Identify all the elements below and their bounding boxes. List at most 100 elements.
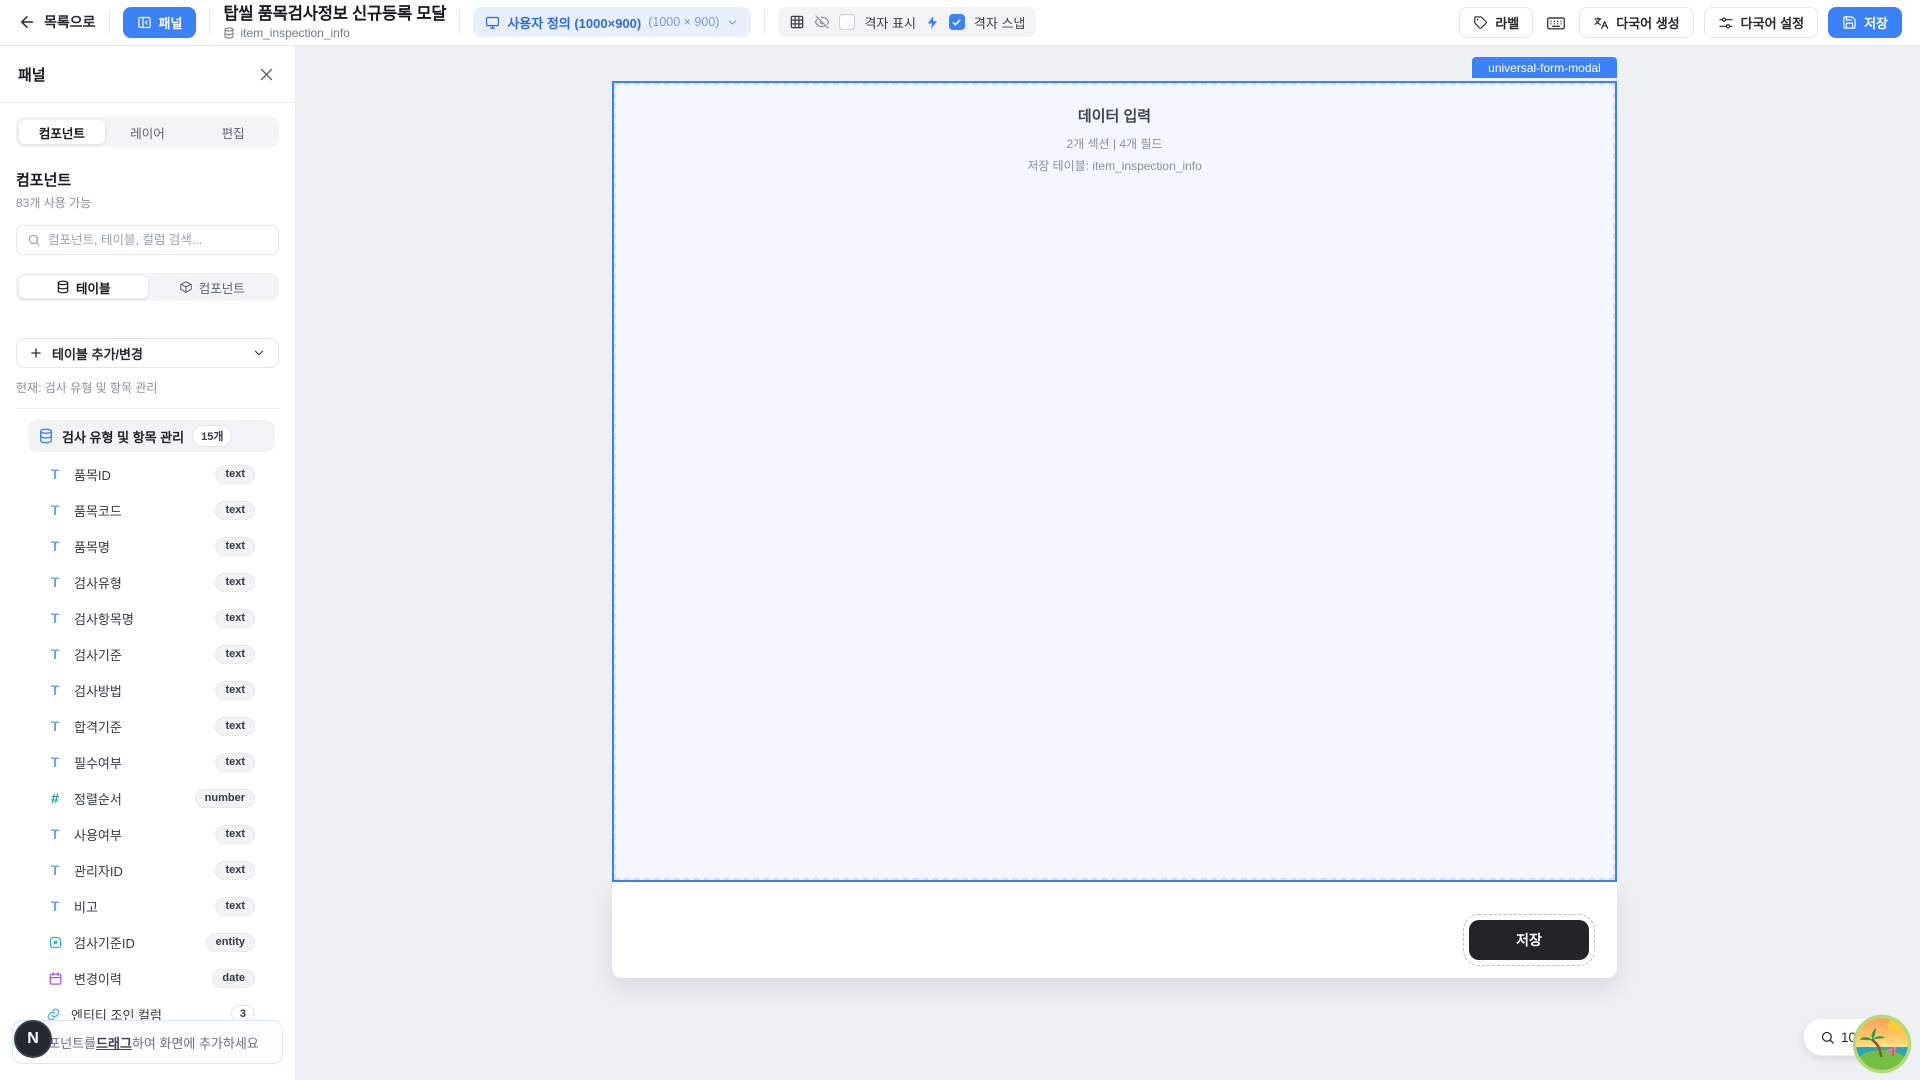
translate-icon bbox=[1593, 15, 1609, 31]
field-name: 정렬순서 bbox=[74, 789, 185, 808]
magnifier-icon bbox=[1820, 1030, 1835, 1045]
field-type-badge: date bbox=[212, 969, 255, 988]
divider bbox=[459, 10, 460, 34]
database-icon bbox=[56, 280, 70, 294]
source-tab-0[interactable]: 테이블 bbox=[19, 276, 148, 298]
field-row[interactable]: #정렬순서number bbox=[16, 780, 279, 816]
field-type-badge: text bbox=[215, 609, 255, 628]
add-table-button[interactable]: 테이블 추가/변경 bbox=[16, 338, 279, 368]
tag-icon bbox=[1473, 15, 1488, 30]
panel-tab-1[interactable]: 레이어 bbox=[105, 120, 191, 144]
label-button[interactable]: 라벨 bbox=[1459, 7, 1533, 38]
eye-off-icon[interactable] bbox=[814, 14, 830, 30]
component-search bbox=[16, 225, 279, 255]
text-type-icon: T bbox=[46, 718, 64, 734]
text-type-icon: T bbox=[46, 646, 64, 662]
divider bbox=[764, 10, 765, 34]
keyboard-shortcuts-button[interactable] bbox=[1543, 10, 1569, 36]
panel-tab-2[interactable]: 편집 bbox=[190, 120, 276, 144]
component-type-chip[interactable]: universal-form-modal bbox=[1472, 57, 1617, 78]
grid-snap-checkbox[interactable] bbox=[949, 14, 965, 30]
multilang-generate-button[interactable]: 다국어 생성 bbox=[1579, 7, 1693, 38]
multilang-settings-button[interactable]: 다국어 설정 bbox=[1704, 7, 1818, 38]
text-type-icon: T bbox=[46, 502, 64, 518]
arrow-left-icon bbox=[18, 13, 36, 31]
text-type-icon: T bbox=[46, 826, 64, 842]
modal-table-info: 저장 테이블: item_inspection_info bbox=[614, 157, 1615, 174]
search-input[interactable] bbox=[48, 233, 268, 247]
field-row[interactable]: T검사유형text bbox=[16, 564, 279, 600]
text-type-icon: T bbox=[46, 682, 64, 698]
close-icon bbox=[258, 66, 275, 83]
text-type-icon: T bbox=[46, 610, 64, 626]
field-row[interactable]: T품목IDtext bbox=[16, 456, 279, 492]
panel-button-label: 패널 bbox=[159, 13, 183, 32]
database-icon bbox=[223, 27, 235, 39]
selected-form-modal-component[interactable]: 데이터 입력 2개 섹션 | 4개 필드 저장 테이블: item_inspec… bbox=[612, 81, 1617, 882]
viewport-label: 사용자 정의 (1000×900) bbox=[507, 13, 641, 32]
page-title: 탑씰 품목검사정보 신규등록 모달 bbox=[223, 5, 446, 24]
save-button-label: 저장 bbox=[1864, 13, 1888, 32]
grid-icon[interactable] bbox=[789, 14, 805, 30]
field-row[interactable]: 변경이력date bbox=[16, 960, 279, 996]
field-name: 검사기준ID bbox=[74, 933, 196, 952]
field-row[interactable]: T사용여부text bbox=[16, 816, 279, 852]
table-field-count-badge: 15개 bbox=[192, 425, 232, 447]
grid-show-label: 격자 표시 bbox=[864, 13, 915, 32]
field-name: 검사유형 bbox=[74, 573, 205, 592]
field-row[interactable]: T 비고 text bbox=[16, 888, 279, 924]
text-type-icon: T bbox=[46, 898, 64, 914]
save-button[interactable]: 저장 bbox=[1828, 7, 1902, 38]
date-type-icon bbox=[46, 971, 64, 986]
check-icon bbox=[951, 17, 962, 28]
panel-toggle-button[interactable]: 패널 bbox=[123, 7, 197, 38]
field-type-badge: text bbox=[215, 681, 255, 700]
divider bbox=[16, 408, 279, 409]
drag-hint: 컴포넌트를 드래그하여 화면에 추가하세요 bbox=[12, 1020, 283, 1064]
panel-close-button[interactable] bbox=[256, 64, 277, 85]
field-type-badge: text bbox=[215, 465, 255, 484]
field-row[interactable]: T품목명text bbox=[16, 528, 279, 564]
field-row[interactable]: T품목코드text bbox=[16, 492, 279, 528]
grid-show-checkbox[interactable] bbox=[839, 14, 855, 30]
viewport-size-dropdown[interactable]: 사용자 정의 (1000×900) (1000 × 900) bbox=[473, 7, 751, 37]
panel-left-icon bbox=[137, 15, 152, 30]
field-type-badge: text bbox=[215, 717, 255, 736]
field-name: 비고 bbox=[74, 897, 205, 916]
field-row[interactable]: T검사항목명text bbox=[16, 600, 279, 636]
components-heading: 컴포넌트 bbox=[16, 169, 279, 190]
field-type-badge: text bbox=[215, 825, 255, 844]
field-row[interactable]: 검사기준IDentity bbox=[16, 924, 279, 960]
modal-save-button[interactable]: 저장 bbox=[1469, 920, 1589, 960]
panel-tab-0[interactable]: 컴포넌트 bbox=[19, 120, 105, 144]
field-row[interactable]: T 검사방법 text bbox=[16, 672, 279, 708]
search-icon bbox=[27, 233, 41, 247]
grid-snap-label: 격자 스냅 bbox=[974, 13, 1025, 32]
text-type-icon: T bbox=[46, 862, 64, 878]
modal-title: 데이터 입력 bbox=[614, 105, 1615, 126]
chevron-down-icon bbox=[726, 16, 739, 29]
field-type-badge: text bbox=[215, 897, 255, 916]
field-type-badge: text bbox=[215, 537, 255, 556]
chevron-down-icon bbox=[252, 346, 266, 360]
field-name: 품목ID bbox=[74, 465, 205, 484]
source-tab-1[interactable]: 컴포넌트 bbox=[148, 276, 277, 298]
field-row[interactable]: T필수여부text bbox=[16, 744, 279, 780]
left-panel: 패널 컴포넌트레이어편집 컴포넌트 83개 사용 가능 테이블컴포넌트 테이블 … bbox=[0, 46, 296, 1080]
label-button-text: 라벨 bbox=[1495, 13, 1519, 32]
field-row[interactable]: T합격기준text bbox=[16, 708, 279, 744]
field-row[interactable]: T검사기준text bbox=[16, 636, 279, 672]
field-row[interactable]: T관리자IDtext bbox=[16, 852, 279, 888]
viewport-size: (1000 × 900) bbox=[648, 15, 719, 29]
field-type-badge: text bbox=[215, 501, 255, 520]
island-sticker bbox=[1852, 1014, 1912, 1074]
hint-suffix: 하여 화면에 추가하세요 bbox=[132, 1033, 259, 1052]
table-node-header[interactable]: 검사 유형 및 항목 관리 15개 bbox=[28, 420, 275, 452]
available-count: 83개 사용 가능 bbox=[16, 194, 279, 211]
text-type-icon: T bbox=[46, 754, 64, 770]
field-name: 품목명 bbox=[74, 537, 205, 556]
field-name: 검사방법 bbox=[74, 681, 205, 700]
back-to-list-button[interactable]: 목록으로 bbox=[18, 12, 96, 32]
divider bbox=[209, 10, 210, 34]
field-name: 필수여부 bbox=[74, 753, 205, 772]
